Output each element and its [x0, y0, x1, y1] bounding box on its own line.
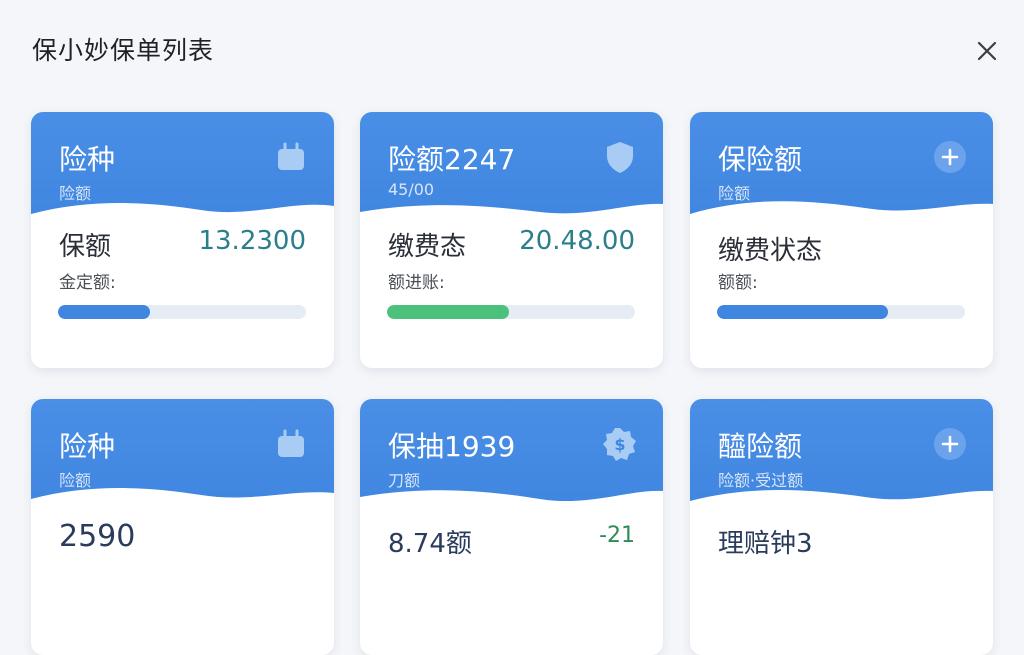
card-label: 缴费态 — [388, 232, 467, 262]
policy-grid: 险种 险额 保额 13.2300 金定额: 险额2247 45/00 缴费态 2… — [0, 0, 1024, 655]
card-amount: 20.48.00 — [519, 226, 635, 256]
card-header: 险种 险额 — [31, 399, 334, 519]
card-label: 理赔钟3 — [718, 529, 813, 559]
card-title: 醯险额 — [718, 430, 803, 463]
card-subtitle: 险额 — [59, 471, 92, 490]
progress-fill — [387, 305, 509, 319]
card-header: 险额2247 45/00 — [360, 112, 663, 232]
card-subtitle: 险额 — [718, 184, 751, 203]
briefcase-icon — [278, 429, 304, 457]
card-title: 保抽1939 — [388, 430, 516, 463]
card-title: 保险额 — [718, 143, 803, 176]
card-amount: -21 — [599, 523, 635, 548]
policy-card[interactable]: 险额2247 45/00 缴费态 20.48.00 额进账: — [360, 112, 663, 368]
card-header: 醯险额 险额·受过额 — [690, 399, 993, 519]
card-title: 险种 — [59, 430, 116, 463]
card-sub: 金定额: — [59, 273, 116, 293]
policy-card[interactable]: 保险额 险额 缴费状态 额额: — [690, 112, 993, 368]
card-subtitle: 45/00 — [388, 180, 435, 199]
policy-card[interactable]: 险种 险额 保额 13.2300 金定额: — [31, 112, 334, 368]
policy-card[interactable]: 醯险额 险额·受过额 理赔钟3 — [690, 399, 993, 655]
card-subtitle: 刀额 — [388, 471, 421, 490]
policy-card[interactable]: 险种 险额 2590 — [31, 399, 334, 655]
card-header: 保抽1939 刀额 $ — [360, 399, 663, 519]
card-subtitle: 险额 — [59, 184, 92, 203]
card-big-number: 2590 — [59, 519, 136, 554]
progress-fill — [58, 305, 150, 319]
dollar-badge-icon: $ — [603, 428, 636, 461]
svg-text:$: $ — [614, 435, 625, 454]
briefcase-icon — [278, 142, 304, 170]
card-label: 缴费状态 — [718, 236, 823, 266]
card-label: 8.74额 — [388, 529, 472, 559]
card-subtitle: 险额·受过额 — [718, 471, 804, 490]
card-amount: 13.2300 — [198, 226, 306, 256]
card-title: 险额2247 — [388, 143, 516, 176]
policy-card[interactable]: 保抽1939 刀额 $ 8.74额 -21 — [360, 399, 663, 655]
plus-icon[interactable] — [933, 140, 967, 174]
card-title: 险种 — [59, 143, 116, 176]
progress-track — [717, 305, 965, 319]
shield-icon — [607, 142, 633, 173]
card-sub: 额额: — [718, 273, 758, 293]
progress-track — [387, 305, 635, 319]
card-sub: 额进账: — [388, 273, 445, 293]
card-header: 保险额 险额 — [690, 112, 993, 232]
plus-icon[interactable] — [933, 427, 967, 461]
progress-track — [58, 305, 306, 319]
card-label: 保额 — [59, 232, 112, 262]
progress-fill — [717, 305, 889, 319]
card-header: 险种 险额 — [31, 112, 334, 232]
